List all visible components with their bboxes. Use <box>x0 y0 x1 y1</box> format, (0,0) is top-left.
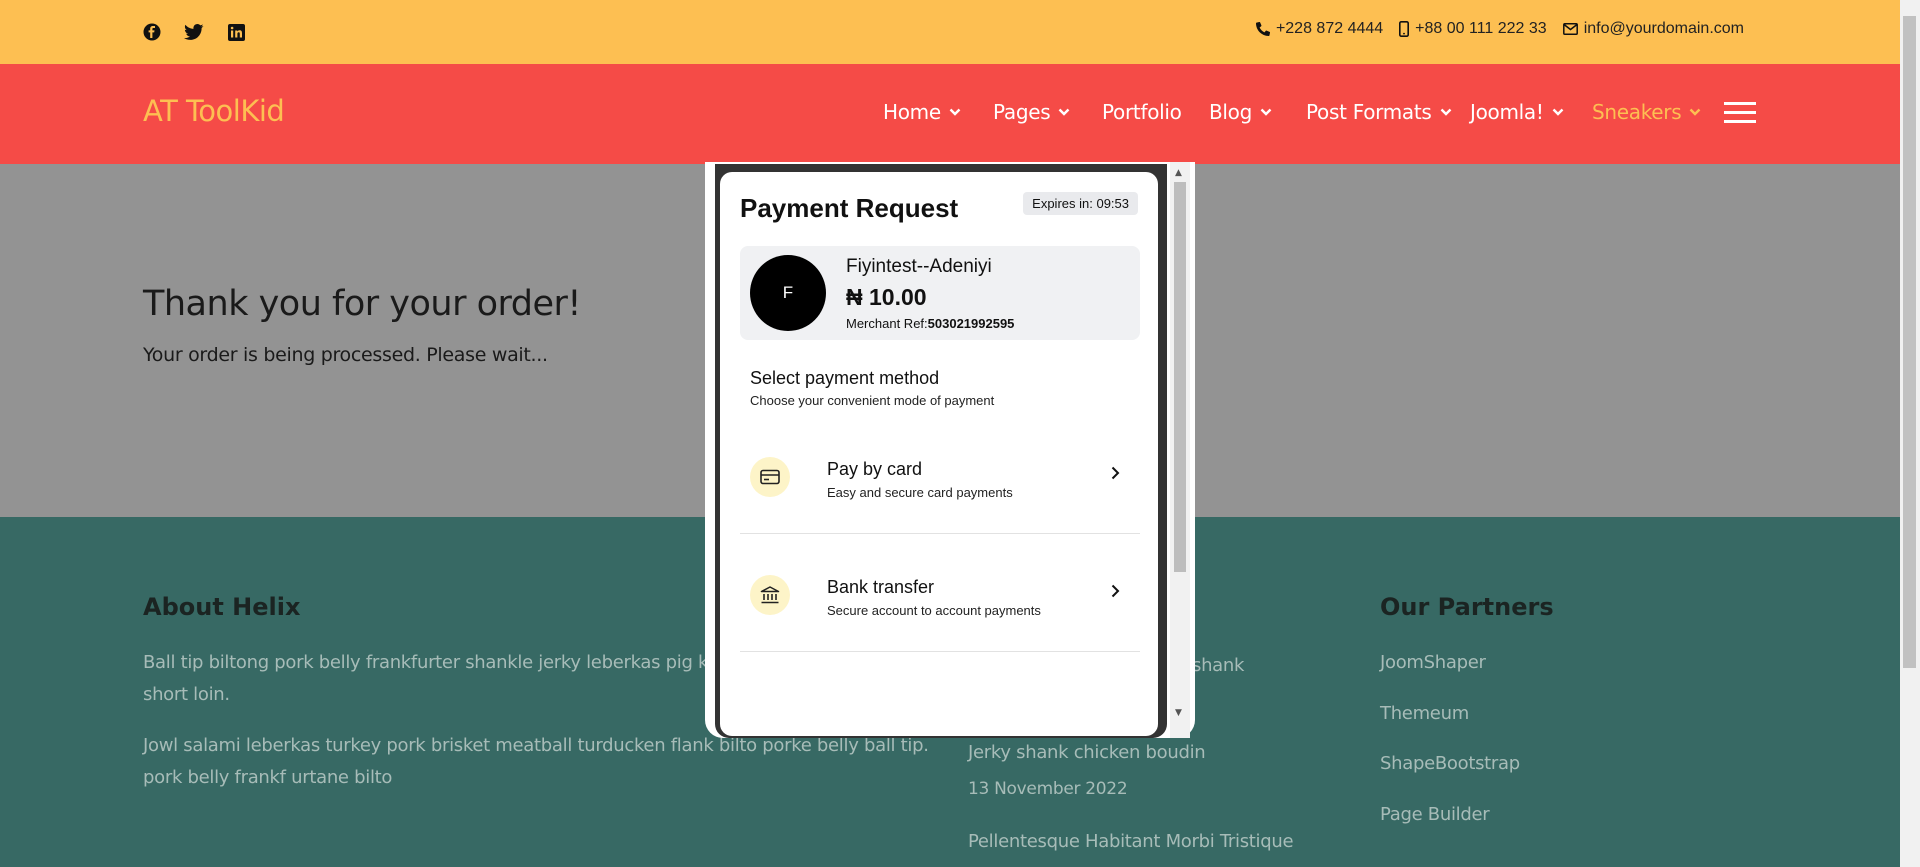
post-date: 13 November 2022 <box>968 779 1128 799</box>
menu-label: Sneakers <box>1592 100 1682 124</box>
option-title: Bank transfer <box>827 577 935 597</box>
about-heading: About Helix <box>143 593 301 621</box>
menu-item-home[interactable]: Home <box>883 100 961 124</box>
linkedin-icon[interactable] <box>225 21 247 43</box>
contact-info: +228 872 4444 +88 00 111 222 33 info@you… <box>1255 20 1744 38</box>
post-title[interactable]: Pellentesque Habitant Morbi Tristique <box>968 826 1294 858</box>
payment-modal: Payment Request Expires in: 09:53 F Fiyi… <box>705 162 1195 738</box>
partner-link-shapebootstrap[interactable]: ShapeBootstrap <box>1380 748 1520 780</box>
merchant-ref-value: 503021992595 <box>927 316 1015 331</box>
menu-item-portfolio[interactable]: Portfolio <box>1102 100 1182 124</box>
bank-icon <box>750 575 790 615</box>
email-text: info@yourdomain.com <box>1583 20 1744 37</box>
expiry-badge: Expires in: 09:53 <box>1023 192 1138 215</box>
option-subtitle: Secure account to account payments <box>827 603 1041 618</box>
about-text-line: pork belly frankf urtane bilto <box>143 767 393 788</box>
payment-amount: ₦ 10.00 <box>846 284 927 310</box>
page-scrollbar[interactable] <box>1900 0 1920 867</box>
chevron-right-icon <box>1111 584 1120 598</box>
menu-item-pages[interactable]: Pages <box>993 100 1070 124</box>
bank-transfer-option[interactable]: Bank transfer Secure account to account … <box>740 534 1140 652</box>
menu-label: Post Formats <box>1306 100 1432 124</box>
partner-link-joomshaper[interactable]: JoomShaper <box>1380 647 1486 679</box>
menu-item-post-formats[interactable]: Post Formats <box>1306 100 1452 124</box>
page-scrollbar-thumb[interactable] <box>1903 16 1916 668</box>
chevron-down-icon <box>1260 108 1272 116</box>
mobile-text: +88 00 111 222 33 <box>1415 20 1547 37</box>
merchant-avatar: F <box>750 255 826 331</box>
mobile-icon <box>1399 21 1410 37</box>
twitter-icon[interactable] <box>183 21 205 43</box>
mobile-contact[interactable]: +88 00 111 222 33 <box>1399 20 1547 38</box>
partner-link-themeum[interactable]: Themeum <box>1380 698 1469 730</box>
chevron-down-icon <box>1058 108 1070 116</box>
merchant-summary: F Fiyintest--Adeniyi ₦ 10.00 Merchant Re… <box>740 246 1140 340</box>
credit-card-icon <box>750 457 790 497</box>
menu-label: Blog <box>1209 100 1253 124</box>
menu-item-blog[interactable]: Blog <box>1209 100 1272 124</box>
page-title: Thank you for your order! <box>143 284 581 324</box>
partner-link-page-builder[interactable]: Page Builder <box>1380 799 1490 831</box>
site-logo[interactable]: AT ToolKid <box>143 94 285 128</box>
select-method-subtitle: Choose your convenient mode of payment <box>750 393 995 408</box>
offcanvas-menu-button[interactable] <box>1724 102 1756 124</box>
facebook-icon[interactable] <box>141 21 163 43</box>
email-contact[interactable]: info@yourdomain.com <box>1562 20 1744 38</box>
page-subtitle: Your order is being processed. Please wa… <box>143 344 548 366</box>
menu-item-joomla[interactable]: Joomla! <box>1470 100 1564 124</box>
phone-text: +228 872 4444 <box>1275 20 1384 37</box>
about-text-line: Ball tip biltong pork belly frankfurter … <box>143 652 724 673</box>
payment-title: Payment Request <box>740 193 959 223</box>
scroll-down-arrow-icon[interactable]: ▼ <box>1175 708 1182 718</box>
chevron-down-icon <box>949 108 961 116</box>
chevron-down-icon <box>1440 108 1451 116</box>
menu-label: Portfolio <box>1102 100 1182 124</box>
phone-icon <box>1255 22 1270 36</box>
menu-label: Pages <box>993 100 1051 124</box>
payment-card: Payment Request Expires in: 09:53 F Fiyi… <box>720 172 1158 736</box>
option-title: Pay by card <box>827 459 923 479</box>
menu-item-sneakers[interactable]: Sneakers <box>1592 100 1701 124</box>
pay-by-card-option[interactable]: Pay by card Easy and secure card payment… <box>740 416 1140 534</box>
option-subtitle: Easy and secure card payments <box>827 485 1013 500</box>
main-navbar: AT ToolKid Home Pages Portfolio Blog Pos… <box>0 64 1900 164</box>
top-bar: +228 872 4444 +88 00 111 222 33 info@you… <box>0 0 1900 64</box>
envelope-icon <box>1562 23 1578 35</box>
scroll-up-arrow-icon[interactable]: ▲ <box>1175 168 1182 178</box>
modal-scrollbar[interactable]: ▲ ▼ <box>1170 162 1190 738</box>
menu-label: Joomla! <box>1470 100 1544 124</box>
merchant-ref: Merchant Ref:503021992595 <box>846 316 1014 331</box>
modal-scrollbar-thumb[interactable] <box>1174 182 1186 572</box>
merchant-name: Fiyintest--Adeniyi <box>846 256 992 277</box>
menu-label: Home <box>883 100 941 124</box>
partners-heading: Our Partners <box>1380 593 1554 621</box>
about-text-line: short loin. <box>143 684 230 705</box>
post-title[interactable]: Jerky shank chicken boudin <box>968 737 1206 769</box>
chevron-down-icon <box>1552 108 1563 116</box>
post-title-fragment[interactable]: shank <box>1192 650 1244 682</box>
phone-contact[interactable]: +228 872 4444 <box>1255 20 1384 38</box>
select-method-title: Select payment method <box>750 368 940 388</box>
merchant-ref-label: Merchant Ref: <box>846 316 928 331</box>
chevron-down-icon <box>1690 108 1701 116</box>
chevron-right-icon <box>1111 466 1120 480</box>
